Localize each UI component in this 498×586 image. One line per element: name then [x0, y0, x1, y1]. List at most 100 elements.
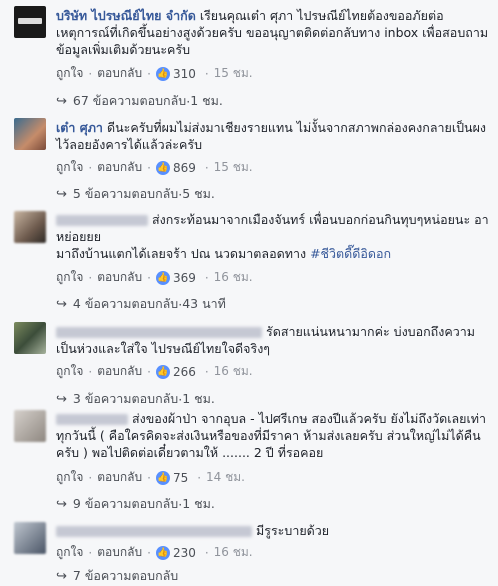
comment-body: ส่งของผ้าป่า จากอุบล - ไปศรีเกษ สองปีแล้…	[56, 410, 490, 461]
view-replies-link[interactable]: ↪ 5 ข้อความตอบกลับ · 5 ชม.	[56, 184, 215, 204]
hashtag-link[interactable]: #ชีวิตดี๊ดีอิดอก	[310, 246, 391, 261]
reply-button[interactable]: ตอบกลับ	[97, 158, 142, 177]
avatar[interactable]	[14, 211, 46, 243]
separator: ·	[88, 66, 93, 81]
avatar[interactable]	[14, 410, 46, 442]
separator: ·	[204, 160, 209, 175]
reply-time: 1 ชม.	[182, 496, 215, 511]
separator: ·	[147, 270, 151, 285]
like-button[interactable]: ถูกใจ	[56, 268, 83, 287]
reply-arrow-icon: ↪	[56, 186, 67, 202]
comment-body: รัดสายแน่นหนามากค่ะ บ่งบอกถึงความเป็นห่ว…	[56, 323, 490, 357]
like-count[interactable]: 869	[173, 161, 196, 175]
separator: ·	[204, 270, 209, 285]
comment-author[interactable]: บริษัท ไปรษณีย์ไทย จำกัด	[56, 8, 196, 23]
comment-body: มีรูระบายด้วย	[56, 522, 490, 539]
reply-arrow-icon: ↪	[56, 391, 67, 407]
reply-count[interactable]: 7 ข้อความตอบกลับ	[73, 566, 178, 586]
thumbs-up-icon: 👍	[155, 364, 170, 379]
separator: ·	[204, 364, 209, 379]
separator: ·	[147, 545, 151, 560]
comment-body: เต๋า ศุภา ดีนะครับที่ผมไม่ส่งมาเชียงรายแท…	[56, 119, 490, 153]
view-replies-link[interactable]: ↪ 7 ข้อความตอบกลับ	[56, 566, 178, 586]
thumbs-up-icon: 👍	[155, 270, 170, 285]
reply-arrow-icon: ↪	[56, 496, 67, 512]
reply-arrow-icon: ↪	[56, 568, 67, 584]
separator: ·	[147, 160, 151, 175]
reply-count[interactable]: 4 ข้อความตอบกลับ	[73, 294, 178, 314]
blurred-author-name[interactable]	[56, 526, 252, 537]
separator: ·	[147, 66, 151, 81]
separator: ·	[204, 545, 209, 560]
avatar[interactable]	[14, 322, 46, 354]
blurred-author-name[interactable]	[56, 414, 128, 425]
comment-time[interactable]: 16 ชม.	[214, 268, 253, 287]
comment-actions: ถูกใจ · ตอบกลับ · 👍 310 · 15 ชม.	[56, 64, 253, 83]
separator: ·	[147, 470, 151, 485]
reply-button[interactable]: ตอบกลับ	[97, 64, 142, 83]
like-count[interactable]: 310	[173, 67, 196, 81]
reply-count[interactable]: 5 ข้อความตอบกลับ	[73, 184, 178, 204]
like-count[interactable]: 75	[173, 471, 188, 485]
separator: ·	[88, 364, 93, 379]
like-button[interactable]: ถูกใจ	[56, 468, 83, 487]
reply-time: 1 ชม.	[190, 93, 223, 108]
thumbs-up-icon: 👍	[155, 66, 170, 81]
reply-arrow-icon: ↪	[56, 296, 67, 312]
thumbs-up-icon: 👍	[155, 470, 170, 485]
avatar[interactable]	[14, 118, 46, 150]
reply-button[interactable]: ตอบกลับ	[97, 268, 142, 287]
separator: ·	[88, 470, 93, 485]
comment-actions: ถูกใจ · ตอบกลับ · 👍 869 · 15 ชม.	[56, 158, 253, 177]
thumbs-up-icon: 👍	[155, 545, 170, 560]
comment-time[interactable]: 15 ชม.	[214, 64, 253, 83]
comment-time[interactable]: 16 ชม.	[214, 543, 253, 562]
thumbs-up-icon: 👍	[155, 160, 170, 175]
avatar[interactable]	[14, 6, 46, 38]
view-replies-link[interactable]: ↪ 9 ข้อความตอบกลับ · 1 ชม.	[56, 494, 215, 514]
view-replies-link[interactable]: ↪ 3 ข้อความตอบกลับ · 1 ชม.	[56, 389, 215, 409]
reply-count[interactable]: 9 ข้อความตอบกลับ	[73, 494, 178, 514]
reply-time: 43 นาที	[182, 296, 226, 311]
comment-body: บริษัท ไปรษณีย์ไทย จำกัด เรียนคุณเต๋า ศุภ…	[56, 7, 490, 58]
reply-arrow-icon: ↪	[56, 93, 67, 109]
comment-actions: ถูกใจ · ตอบกลับ · 👍 266 · 16 ชม.	[56, 362, 253, 381]
comment-text: ดีนะครับที่ผมไม่ส่งมาเชียงรายแทน ไม่งั้น…	[56, 120, 487, 152]
like-button[interactable]: ถูกใจ	[56, 158, 83, 177]
comment-actions: ถูกใจ · ตอบกลับ · 👍 75 · 14 ชม.	[56, 468, 245, 487]
avatar[interactable]	[14, 522, 46, 554]
separator: ·	[88, 160, 93, 175]
separator: ·	[88, 545, 93, 560]
like-count[interactable]: 230	[173, 546, 196, 560]
reply-time: 1 ชม.	[182, 391, 215, 406]
reply-count[interactable]: 67 ข้อความตอบกลับ	[73, 91, 186, 111]
comment-text: มาถึงบ้านแตกได้เลยจร้า ปณ นวดมาตลอดทาง	[56, 246, 307, 261]
comment-body: ส่งกระท้อนมาจากเมืองจันทร์ เพื่อนบอกก่อน…	[56, 211, 490, 262]
view-replies-link[interactable]: ↪ 67 ข้อความตอบกลับ · 1 ชม.	[56, 91, 223, 111]
separator: ·	[88, 270, 93, 285]
blurred-author-name[interactable]	[56, 215, 148, 226]
like-count[interactable]: 369	[173, 271, 196, 285]
reply-time: 5 ชม.	[182, 186, 215, 201]
separator: ·	[204, 66, 209, 81]
like-button[interactable]: ถูกใจ	[56, 362, 83, 381]
comment-actions: ถูกใจ · ตอบกลับ · 👍 369 · 16 ชม.	[56, 268, 253, 287]
reply-count[interactable]: 3 ข้อความตอบกลับ	[73, 389, 178, 409]
like-button[interactable]: ถูกใจ	[56, 64, 83, 83]
reply-button[interactable]: ตอบกลับ	[97, 468, 142, 487]
view-replies-link[interactable]: ↪ 4 ข้อความตอบกลับ · 43 นาที	[56, 294, 226, 314]
logo-icon	[18, 18, 42, 24]
comment-text: มีรูระบายด้วย	[256, 523, 330, 538]
comment-time[interactable]: 15 ชม.	[214, 158, 253, 177]
comment-time[interactable]: 16 ชม.	[214, 362, 253, 381]
reply-button[interactable]: ตอบกลับ	[97, 362, 142, 381]
reply-button[interactable]: ตอบกลับ	[97, 543, 142, 562]
comment-author[interactable]: เต๋า ศุภา	[56, 120, 103, 135]
comment-time[interactable]: 14 ชม.	[206, 468, 245, 487]
separator: ·	[197, 470, 202, 485]
like-button[interactable]: ถูกใจ	[56, 543, 83, 562]
separator: ·	[147, 364, 151, 379]
like-count[interactable]: 266	[173, 365, 196, 379]
blurred-author-name[interactable]	[56, 327, 262, 338]
comment-actions: ถูกใจ · ตอบกลับ · 👍 230 · 16 ชม.	[56, 543, 253, 562]
